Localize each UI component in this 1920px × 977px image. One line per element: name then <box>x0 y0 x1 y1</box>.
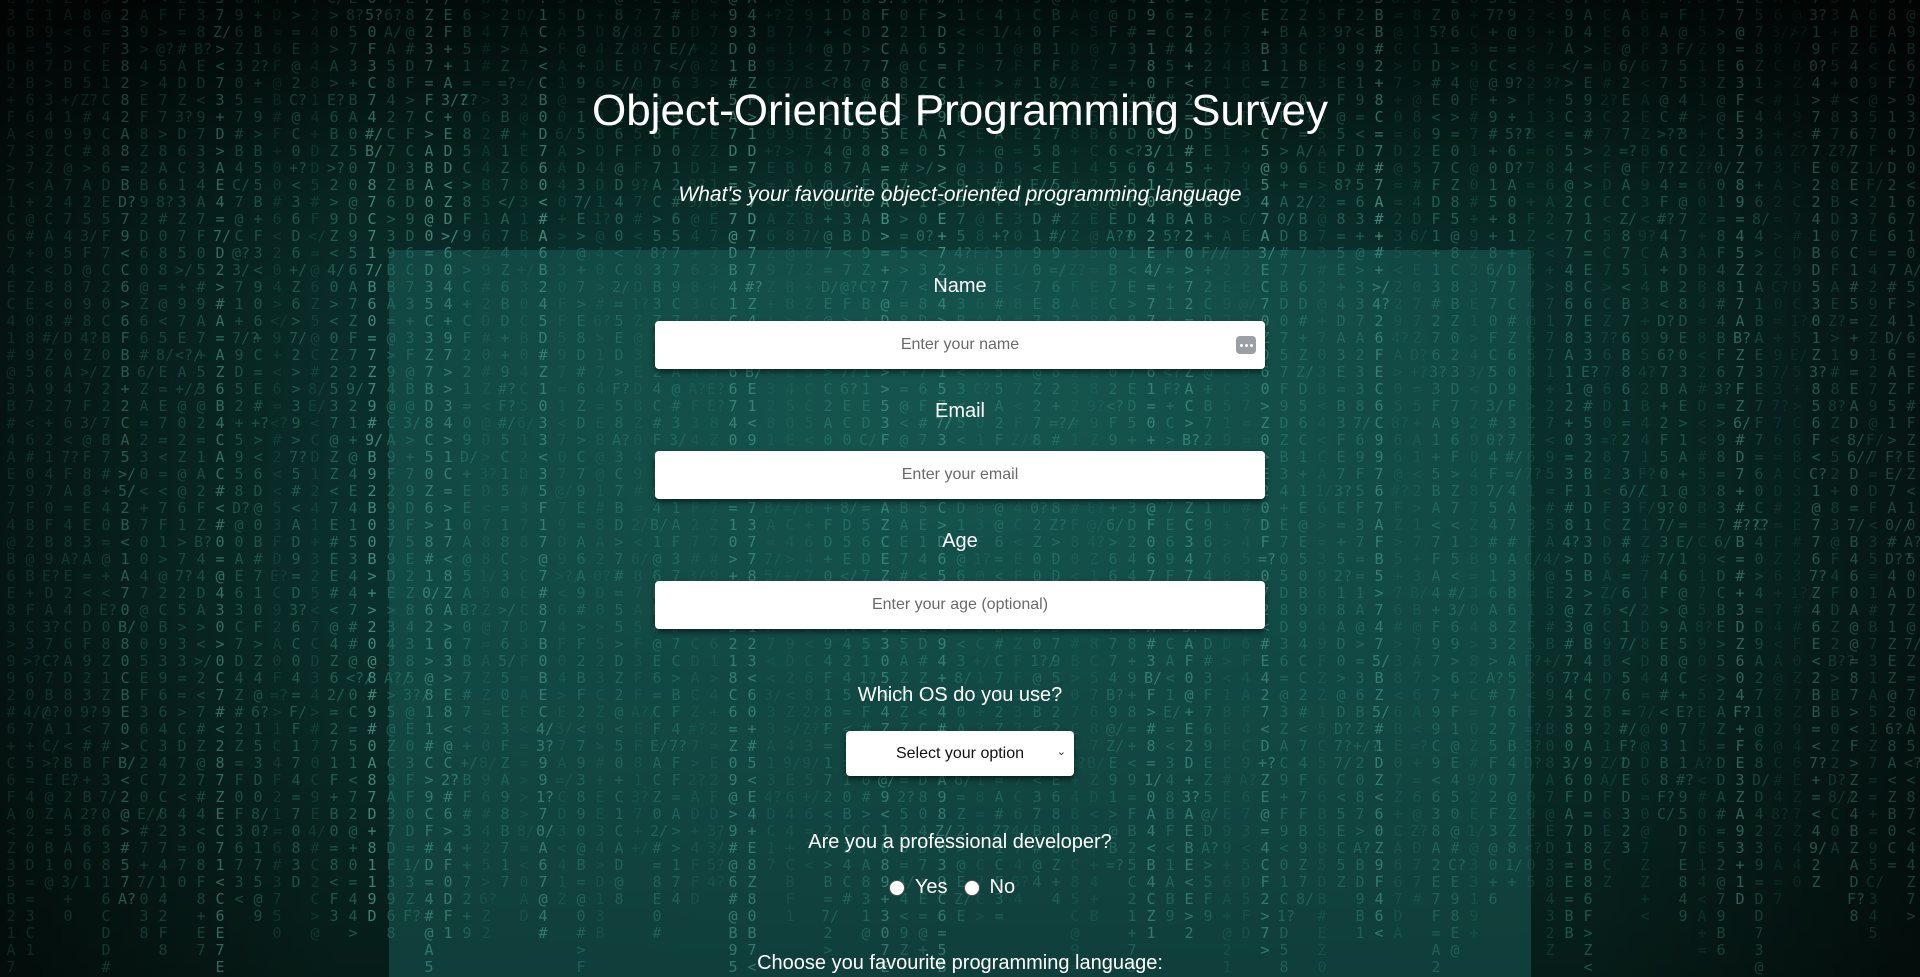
os-label: Which OS do you use? <box>857 684 1063 706</box>
os-select-value: Select your option <box>895 744 1025 762</box>
name-input[interactable] <box>655 321 1265 369</box>
chevron-down-icon: ⌄ <box>1056 746 1066 758</box>
os-select[interactable]: Select your option ⌄ <box>846 731 1074 776</box>
professional-label: Are you a professional developer? <box>808 831 1112 853</box>
professional-radio-group: Yes No <box>0 876 1920 899</box>
email-input[interactable] <box>655 451 1265 499</box>
age-input[interactable] <box>655 581 1265 629</box>
age-label: Age <box>942 530 978 552</box>
autofill-contact-icon[interactable] <box>1236 336 1256 354</box>
page-title: Object-Oriented Programming Survey <box>591 86 1329 135</box>
page-description: What's your favourite object-oriented pr… <box>678 183 1242 206</box>
radio-no[interactable] <box>963 879 980 896</box>
survey-page: Object-Oriented Programming Survey What'… <box>0 0 1920 977</box>
radio-yes-label: Yes <box>914 876 948 898</box>
radio-no-label: No <box>989 876 1016 898</box>
language-label: Choose you favourite programming languag… <box>757 952 1163 974</box>
email-label: Email <box>934 400 985 422</box>
name-label: Name <box>933 275 987 297</box>
radio-yes[interactable] <box>888 879 905 896</box>
